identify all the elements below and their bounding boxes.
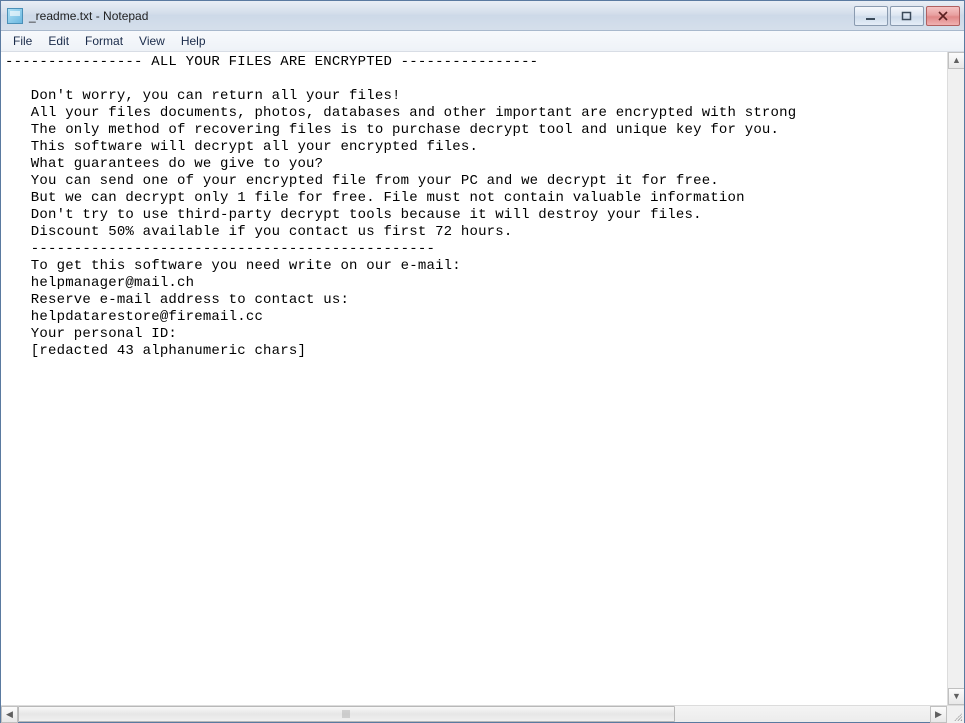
horizontal-scrollbar[interactable]: [18, 706, 930, 722]
horizontal-scrollbar-row: ◀ ▶: [1, 705, 964, 722]
text-content[interactable]: ---------------- ALL YOUR FILES ARE ENCR…: [1, 52, 947, 705]
resize-grip[interactable]: [947, 706, 964, 723]
menu-help[interactable]: Help: [173, 32, 214, 50]
chevron-right-icon: ▶: [935, 710, 942, 719]
minimize-icon: [865, 11, 877, 21]
chevron-up-icon: ▲: [952, 56, 961, 65]
menu-view[interactable]: View: [131, 32, 173, 50]
window-controls: [854, 6, 960, 26]
close-icon: [937, 11, 949, 21]
scroll-left-button[interactable]: ◀: [1, 706, 18, 723]
maximize-icon: [901, 11, 913, 21]
window-title: _readme.txt - Notepad: [29, 9, 854, 23]
chevron-left-icon: ◀: [6, 710, 13, 719]
maximize-button[interactable]: [890, 6, 924, 26]
menu-format[interactable]: Format: [77, 32, 131, 50]
menu-edit[interactable]: Edit: [40, 32, 77, 50]
scroll-right-button[interactable]: ▶: [930, 706, 947, 723]
close-button[interactable]: [926, 6, 960, 26]
menu-file[interactable]: File: [5, 32, 40, 50]
titlebar[interactable]: _readme.txt - Notepad: [1, 1, 964, 31]
scroll-up-button[interactable]: ▲: [948, 52, 964, 69]
chevron-down-icon: ▼: [952, 692, 961, 701]
editor-area: ---------------- ALL YOUR FILES ARE ENCR…: [1, 52, 964, 705]
vertical-scrollbar[interactable]: ▲ ▼: [947, 52, 964, 705]
minimize-button[interactable]: [854, 6, 888, 26]
scroll-down-button[interactable]: ▼: [948, 688, 964, 705]
horizontal-scroll-thumb[interactable]: [18, 706, 675, 722]
notepad-window: _readme.txt - Notepad File Edit Format: [0, 0, 965, 723]
menubar: File Edit Format View Help: [1, 31, 964, 52]
notepad-app-icon: [7, 8, 23, 24]
